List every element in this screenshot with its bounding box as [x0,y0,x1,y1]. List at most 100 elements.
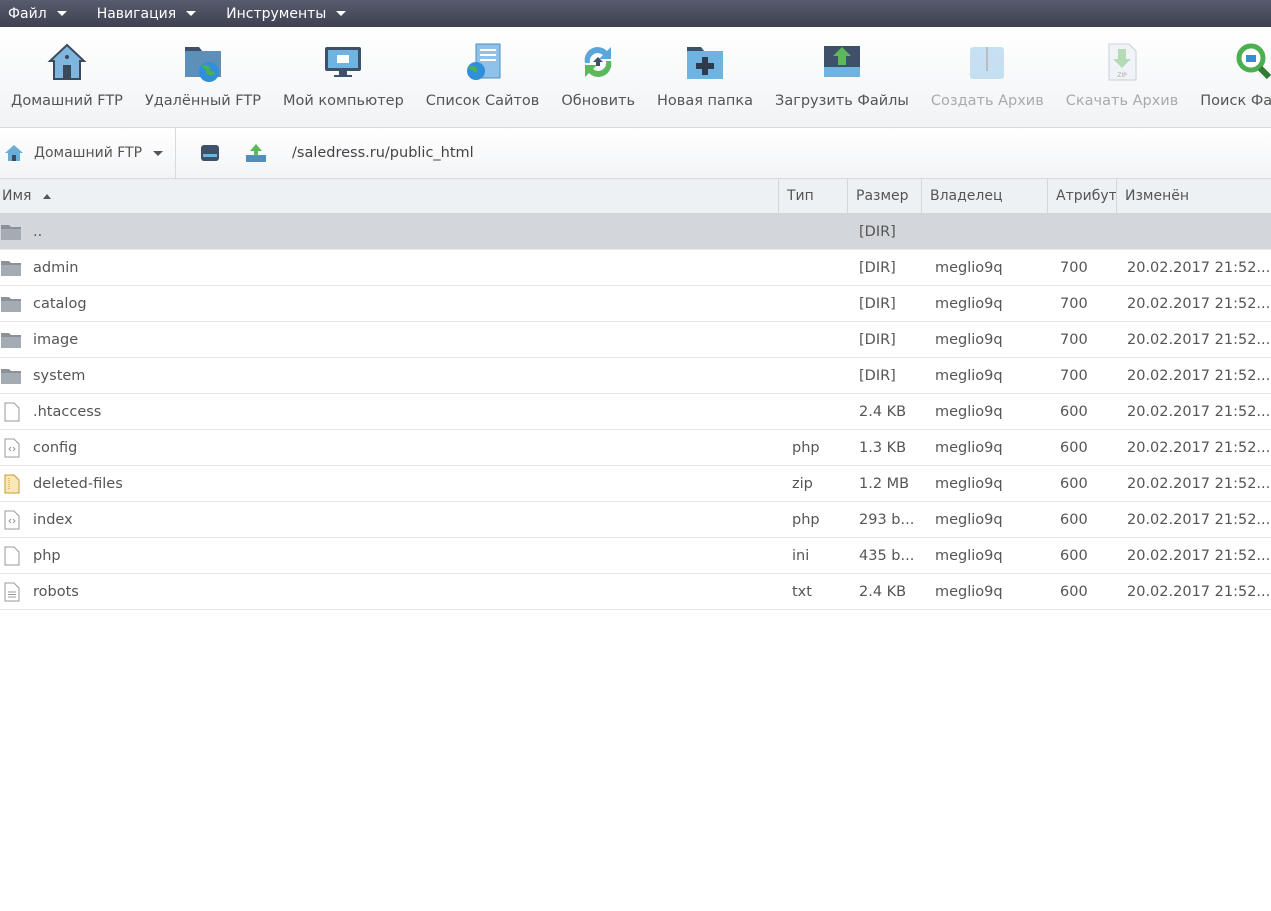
menu-label: Навигация [96,5,177,22]
current-path[interactable]: /saledress.ru/public_html [292,145,474,161]
cell-size: [DIR] [859,367,896,384]
toolbar-button-upload[interactable]: Загрузить Файлы [764,27,920,127]
cell-size: 293 b... [859,511,915,528]
cell-name: robots [0,582,779,602]
toolbar-button-new-folder[interactable]: Новая папка [646,27,764,127]
toolbar-button-refresh[interactable]: Обновить [550,27,646,127]
table-row[interactable]: catalog [DIR] meglio9q 700 20.02.2017 21:52.… [0,286,1271,322]
table-row[interactable]: php ini 435 b... meglio9q 600 20.02.2017 21:5… [0,538,1271,574]
cell-name: catalog [0,294,779,314]
column-label: Атрибуты [1056,188,1117,204]
cell-owner: meglio9q [935,403,1003,420]
cell-owner: meglio9q [935,259,1003,276]
file-name: admin [33,259,79,276]
toolbar-button-label: Удалённый FTP [144,93,261,109]
cell-name: .. [0,222,779,242]
toolbar-button-search-files[interactable]: Поиск Файлов [1189,27,1271,127]
cell-owner: meglio9q [935,367,1003,384]
caret-down-icon [56,11,67,16]
table-row[interactable]: admin [DIR] meglio9q 700 20.02.2017 21:52... [0,250,1271,286]
cell-attributes: 600 [1060,583,1088,600]
toolbar-button-label: Мой компьютер [283,93,404,109]
table-row[interactable]: system [DIR] meglio9q 700 20.02.2017 21:52..… [0,358,1271,394]
cell-modified: 20.02.2017 21:52... [1127,403,1271,420]
cell-modified: 20.02.2017 21:52... [1127,547,1271,564]
menu-tools[interactable]: Инструменты [226,5,347,22]
toolbar-button-home[interactable]: Домашний FTP [0,27,134,127]
column-label: Имя [2,188,32,204]
column-attributes[interactable]: Атрибуты [1048,179,1117,213]
cell-name: image [0,330,779,350]
toolbar-button-download-zip: ZIP Скачать Архив [1055,27,1190,127]
table-row[interactable]: robots txt 2.4 KB meglio9q 600 20.02.2017 21:… [0,574,1271,610]
file-name: php [33,547,61,564]
zip-file-icon [4,474,20,493]
table-row[interactable]: index php 293 b... meglio9q 600 20.02.2017 21… [0,502,1271,538]
cell-modified: 20.02.2017 21:52... [1127,439,1271,456]
menu-navigation[interactable]: Навигация [96,5,197,22]
file-icon [4,402,20,421]
cell-size: [DIR] [859,223,896,240]
column-name[interactable]: Имя [0,179,779,213]
file-name: .htaccess [33,403,102,420]
table-row[interactable]: .. [DIR] [0,214,1271,250]
toolbar-button-site-list[interactable]: Список Сайтов [415,27,551,127]
column-owner[interactable]: Владелец [922,179,1048,213]
toolbar-button-remote-folder-globe[interactable]: Удалённый FTP [134,27,272,127]
site-selector[interactable]: Домашний FTP [0,128,176,178]
folder-icon [1,260,21,276]
table-row[interactable]: .htaccess 2.4 KB meglio9q 600 20.02.2017 21:… [0,394,1271,430]
cell-name: config [0,438,779,458]
server-icon[interactable] [198,141,222,165]
menu-label: Инструменты [226,5,327,22]
cell-attributes: 700 [1060,259,1088,276]
folder-icon [1,296,21,312]
cell-attributes: 600 [1060,547,1088,564]
home-icon [47,43,87,80]
menu-file[interactable]: Файл [8,6,67,22]
toolbar: Домашний FTP Удалённый FTP Мой компьютер Сп… [0,27,1271,128]
cell-owner: meglio9q [935,583,1003,600]
upload-icon [823,46,860,77]
file-name: deleted-files [33,475,123,492]
folder-icon [1,368,21,384]
column-type[interactable]: Тип [779,179,848,213]
toolbar-button-label: Домашний FTP [11,93,123,109]
text-file-icon [4,582,20,601]
cell-owner: meglio9q [935,475,1003,492]
cell-modified: 20.02.2017 21:52... [1127,367,1271,384]
column-label: Изменён [1125,188,1190,204]
cell-modified: 20.02.2017 21:52... [1127,475,1271,492]
caret-down-icon [153,150,164,156]
column-modified[interactable]: Изменён [1117,179,1271,213]
site-label: Домашний FTP [34,145,143,161]
file-name: .. [33,223,43,240]
cell-modified: 20.02.2017 21:52... [1127,295,1271,312]
parent-folder-up-icon[interactable] [244,141,268,165]
cell-size: 1.2 MB [859,475,910,492]
cell-owner: meglio9q [935,439,1003,456]
download-zip-icon: ZIP [1108,43,1137,81]
cell-owner: meglio9q [935,331,1003,348]
column-label: Владелец [930,188,1003,204]
cell-type: zip [792,475,813,492]
table-row[interactable]: image [DIR] meglio9q 700 20.02.2017 21:52... [0,322,1271,358]
svg-text:ZIP: ZIP [1117,72,1127,79]
folder-icon [1,332,21,348]
monitor-icon [325,47,362,77]
cell-size: [DIR] [859,331,896,348]
cell-name: deleted-files [0,474,779,494]
table-row[interactable]: config php 1.3 KB meglio9q 600 20.02.2017 21:… [0,430,1271,466]
cell-name: php [0,546,779,566]
sort-ascending-icon [43,193,52,199]
cell-owner: meglio9q [935,295,1003,312]
table-row[interactable]: deleted-files zip 1.2 MB meglio9q 600 20.02.2… [0,466,1271,502]
home-icon [5,145,23,161]
cell-type: txt [792,583,812,600]
cell-attributes: 600 [1060,403,1088,420]
cell-size: 2.4 KB [859,403,907,420]
toolbar-button-monitor[interactable]: Мой компьютер [272,27,415,127]
column-size[interactable]: Размер [848,179,922,213]
cell-attributes: 700 [1060,295,1088,312]
cell-modified: 20.02.2017 21:52... [1127,583,1271,600]
